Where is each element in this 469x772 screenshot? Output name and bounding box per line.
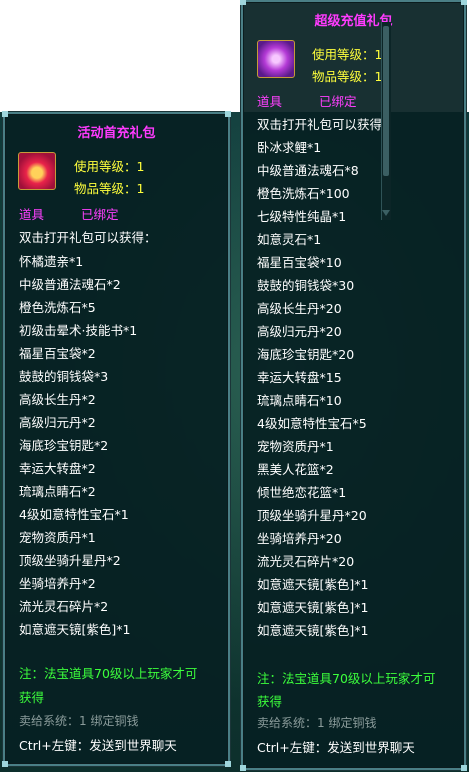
scroll-down-arrow-icon[interactable] bbox=[382, 210, 390, 216]
corner-ornament bbox=[2, 761, 8, 767]
reward-item: 高级归元丹*20 bbox=[257, 324, 342, 339]
reward-item: 宠物资质丹*1 bbox=[19, 530, 96, 545]
reward-item: 坐骑培养丹*20 bbox=[257, 531, 342, 546]
item-level: 物品等级：1 bbox=[74, 181, 145, 196]
sell-price: 卖给系统：1 绑定铜钱 bbox=[257, 716, 377, 730]
left-item-tooltip: 活动首充礼包 使用等级：1 物品等级：1 道具 已绑定 双击打开礼包可以获得： … bbox=[2, 111, 231, 767]
reward-item: 高级长生丹*20 bbox=[257, 301, 342, 316]
open-intro: 双击打开礼包可以获得： bbox=[257, 117, 395, 132]
reward-item: 4级如意特性宝石*5 bbox=[257, 416, 367, 431]
reward-item: 如意遮天镜[紫色]*1 bbox=[257, 600, 369, 615]
level-note: 注：法宝道具70级以上玩家才可 bbox=[257, 671, 436, 686]
sell-price: 卖给系统：1 绑定铜钱 bbox=[19, 714, 139, 728]
reward-item: 幸运大转盘*15 bbox=[257, 370, 342, 385]
reward-item: 倾世绝恋花篮*1 bbox=[257, 485, 347, 500]
reward-item: 幸运大转盘*2 bbox=[19, 461, 96, 476]
reward-item: 中级普通法魂石*8 bbox=[257, 163, 359, 178]
reward-item: 高级长生丹*2 bbox=[19, 392, 96, 407]
purple-gift-box-icon bbox=[257, 40, 295, 78]
reward-item: 黑美人花篮*2 bbox=[257, 462, 334, 477]
reward-item: 琉璃点睛石*10 bbox=[257, 393, 342, 408]
level-note-cont: 获得 bbox=[257, 694, 283, 709]
reward-item: 4级如意特性宝石*1 bbox=[19, 507, 129, 522]
reward-item: 橙色洗炼石*5 bbox=[19, 300, 96, 315]
scrollbar-thumb[interactable] bbox=[383, 26, 389, 176]
reward-item: 福星百宝袋*10 bbox=[257, 255, 342, 270]
chat-link-hint: Ctrl+左键：发送到世界聊天 bbox=[257, 740, 415, 755]
reward-item: 如意灵石*1 bbox=[257, 232, 322, 247]
scrollbar[interactable] bbox=[381, 22, 391, 220]
corner-ornament bbox=[461, 765, 467, 771]
corner-ornament bbox=[240, 0, 246, 5]
reward-item: 初级击晕术·技能书*1 bbox=[19, 323, 138, 338]
reward-item: 福星百宝袋*2 bbox=[19, 346, 96, 361]
reward-item: 如意遮天镜[紫色]*1 bbox=[257, 577, 369, 592]
corner-ornament bbox=[2, 111, 8, 117]
reward-item: 鼓鼓的铜钱袋*30 bbox=[257, 278, 355, 293]
level-note-cont: 获得 bbox=[19, 690, 45, 705]
bind-status: 已绑定 bbox=[81, 207, 119, 222]
reward-item: 鼓鼓的铜钱袋*3 bbox=[19, 369, 109, 384]
level-note: 注：法宝道具70级以上玩家才可 bbox=[19, 666, 198, 681]
reward-item: 琉璃点睛石*2 bbox=[19, 484, 96, 499]
red-gift-box-icon bbox=[18, 152, 56, 190]
reward-item: 顶级坐骑升星丹*20 bbox=[257, 508, 367, 523]
use-level: 使用等级：1 bbox=[74, 159, 145, 174]
reward-item: 如意遮天镜[紫色]*1 bbox=[19, 622, 131, 637]
open-intro: 双击打开礼包可以获得： bbox=[19, 230, 157, 245]
corner-ornament bbox=[240, 765, 246, 771]
item-title: 活动首充礼包 bbox=[77, 126, 156, 141]
reward-item: 海底珍宝钥匙*2 bbox=[19, 438, 109, 453]
item-category: 道具 bbox=[257, 94, 283, 109]
reward-item: 流光灵石碎片*20 bbox=[257, 554, 355, 569]
item-category: 道具 bbox=[19, 207, 45, 222]
reward-item: 橙色洗炼石*100 bbox=[257, 186, 350, 201]
reward-item: 中级普通法魂石*2 bbox=[19, 277, 121, 292]
reward-item: 顶级坐骑升星丹*2 bbox=[19, 553, 121, 568]
reward-item: 海底珍宝钥匙*20 bbox=[257, 347, 355, 362]
corner-ornament bbox=[225, 111, 231, 117]
reward-item: 七级特性纯晶*1 bbox=[257, 209, 347, 224]
corner-ornament bbox=[225, 761, 231, 767]
bind-status: 已绑定 bbox=[319, 94, 357, 109]
item-level: 物品等级：1 bbox=[312, 69, 383, 84]
reward-item: 流光灵石碎片*2 bbox=[19, 599, 109, 614]
right-item-tooltip: 超级充值礼包 使用等级：1 物品等级：1 道具 已绑定 双击打开礼包可以获得： … bbox=[240, 0, 467, 771]
reward-item: 宠物资质丹*1 bbox=[257, 439, 334, 454]
reward-item: 卧冰求鲤*1 bbox=[257, 140, 322, 155]
reward-item: 坐骑培养丹*2 bbox=[19, 576, 96, 591]
reward-item: 怀橘遗亲*1 bbox=[19, 254, 84, 269]
chat-link-hint: Ctrl+左键：发送到世界聊天 bbox=[19, 738, 177, 753]
corner-ornament bbox=[461, 0, 467, 5]
use-level: 使用等级：1 bbox=[312, 47, 383, 62]
reward-item: 高级归元丹*2 bbox=[19, 415, 96, 430]
item-title: 超级充值礼包 bbox=[314, 14, 393, 29]
reward-item: 如意遮天镜[紫色]*1 bbox=[257, 623, 369, 638]
